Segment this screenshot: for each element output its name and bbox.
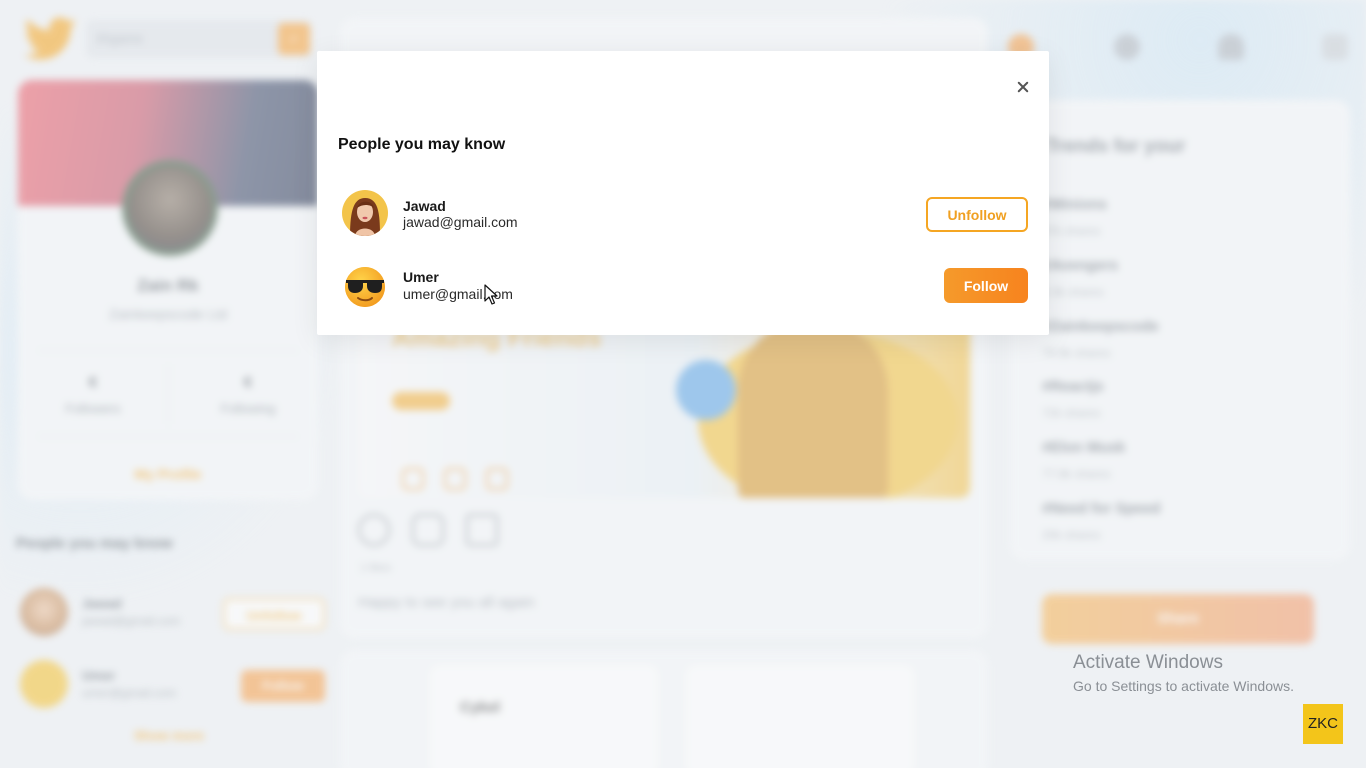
app-name: Cykel (460, 699, 501, 716)
mouse-cursor-icon (484, 284, 498, 305)
unfollow-button[interactable]: Unfollow (223, 598, 325, 630)
bell-icon[interactable] (1218, 34, 1244, 60)
post-image: Cykel (430, 665, 658, 768)
trend-tag[interactable]: #Elon Musk (1042, 439, 1125, 456)
share-icon[interactable] (466, 514, 498, 546)
profile-handle: Zainkeepscode Ltd (108, 306, 228, 322)
person-name: Jawad (82, 596, 122, 611)
watermark-subtitle: Go to Settings to activate Windows. (1073, 678, 1294, 694)
banner-person (738, 320, 888, 498)
following-stat: € Following (173, 374, 318, 416)
person-email: jawad@gmail.com (82, 614, 181, 628)
follow-button[interactable]: Follow (944, 268, 1028, 303)
following-label: Following (220, 401, 276, 416)
gear-icon[interactable] (1114, 34, 1140, 60)
instagram-icon (486, 468, 508, 490)
post-image (686, 665, 914, 768)
person-name: Jawad (403, 198, 446, 214)
show-more-link[interactable]: Show more (134, 728, 204, 743)
trend-tag[interactable]: #Reactjs (1042, 378, 1104, 395)
trend-count: 77.8k shares (1042, 467, 1111, 481)
search-button[interactable]: ⌕ (278, 23, 310, 55)
person-name: Umer (403, 269, 439, 285)
github-icon (402, 468, 424, 490)
avatar (342, 190, 388, 236)
list-item: Umer umer@gmail.com Follow (20, 660, 325, 712)
trend-tag[interactable]: #Zainkeepscode (1042, 318, 1159, 335)
divider (38, 350, 298, 351)
avatar (20, 660, 68, 708)
followers-count: € (88, 374, 98, 391)
zkc-badge: ZKC (1303, 704, 1343, 744)
divider (168, 364, 169, 424)
followers-label: Followers (65, 401, 121, 416)
banner-pill (392, 392, 450, 410)
trend-count: 20k shares (1042, 528, 1101, 542)
divider (38, 436, 298, 437)
watermark-title: Activate Windows (1073, 652, 1223, 673)
followers-stat: € Followers (18, 374, 168, 416)
activate-windows-watermark: Activate Windows Go to Settings to activ… (1073, 652, 1294, 694)
modal-title: People you may know (338, 136, 506, 153)
avatar (342, 263, 388, 309)
trend-count: 97k shares (1042, 224, 1101, 238)
message-icon[interactable] (1322, 34, 1348, 60)
profile-name: Zain Rk (137, 276, 199, 295)
trend-count: 79.9k shares (1042, 346, 1111, 360)
avatar (20, 588, 68, 636)
person-email: umer@gmail.com (82, 686, 177, 700)
post-caption: Happy to see you all again (358, 594, 535, 611)
trend-tag[interactable]: #Need for Speed (1042, 500, 1160, 517)
close-icon[interactable] (1013, 77, 1033, 97)
woman-portrait-icon (342, 190, 388, 236)
linkedin-icon (444, 468, 466, 490)
trend-count: 8.3k shares (1042, 285, 1105, 299)
search-placeholder: #hgame (96, 31, 143, 46)
search-icon: ⌕ (289, 30, 299, 47)
search-input[interactable]: #hgame ⌕ (86, 20, 312, 58)
follow-button[interactable]: Follow (241, 670, 325, 702)
following-count: € (243, 374, 253, 391)
trend-tag[interactable]: #Minions (1042, 196, 1107, 213)
twitter-bird-icon (24, 17, 76, 60)
sunglasses-emoji-icon (342, 263, 388, 309)
share-button[interactable]: Share (1042, 594, 1314, 644)
unfollow-button[interactable]: Unfollow (926, 197, 1028, 232)
banner-shape (676, 360, 736, 420)
trend-count: 72k shares (1042, 406, 1101, 420)
comment-icon[interactable] (412, 514, 444, 546)
profile-card: Zain Rk Zainkeepscode Ltd € Followers € … (18, 80, 318, 500)
list-item: Jawad jawad@gmail.com Unfollow (20, 588, 325, 640)
profile-avatar (122, 160, 218, 256)
like-count: 1 likes (360, 562, 392, 574)
my-profile-link[interactable]: My Profile (18, 466, 318, 482)
person-name: Umer (82, 668, 116, 683)
like-icon[interactable] (358, 514, 390, 546)
trends-title: Trends for your (1046, 136, 1186, 157)
person-email: jawad@gmail.com (403, 214, 518, 230)
people-you-may-know-title: People you may know (16, 535, 173, 552)
trend-tag[interactable]: #Avengers (1042, 257, 1118, 274)
